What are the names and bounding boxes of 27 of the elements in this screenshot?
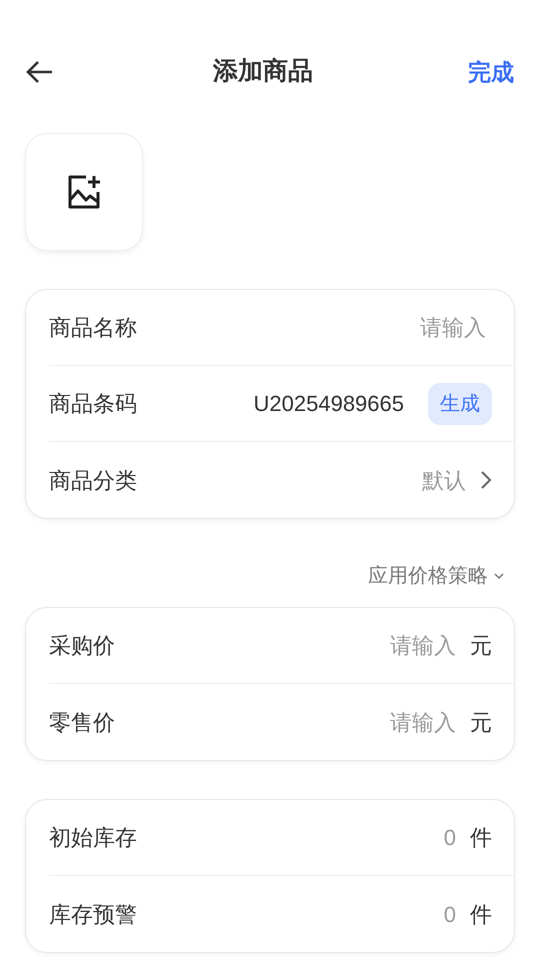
unit-label: 件 [470, 900, 492, 928]
input-field[interactable]: 请输入 [306, 706, 456, 738]
add-image-button[interactable] [25, 133, 143, 251]
input-field[interactable]: 请输入 [306, 629, 456, 662]
barcode-value: U20254989665 [254, 390, 404, 418]
chevron-right-icon [480, 470, 492, 490]
image-plus-icon [66, 174, 102, 210]
category-value[interactable]: 默认 [422, 464, 466, 496]
unit-label: 件 [470, 824, 492, 852]
generate-button[interactable]: 生成 [428, 382, 492, 424]
field-label: 商品分类 [49, 466, 137, 494]
field-label: 零售价 [49, 708, 115, 736]
input-field[interactable]: 请输入 [286, 311, 486, 344]
done-button[interactable]: 完成 [468, 54, 514, 90]
field-label: 采购价 [49, 632, 115, 660]
field-label: 商品条码 [49, 390, 137, 418]
back-arrow-icon [26, 60, 54, 84]
unit-label: 元 [470, 708, 492, 736]
page-title: 添加商品 [213, 56, 313, 88]
price-strategy-link[interactable]: 应用价格策略 [368, 561, 488, 591]
field-label: 初始库存 [49, 824, 137, 852]
field-label: 商品名称 [49, 314, 137, 342]
unit-label: 元 [470, 632, 492, 660]
input-field[interactable]: 0 [306, 898, 456, 930]
chevron-down-icon [494, 572, 504, 580]
input-field[interactable]: 0 [306, 821, 456, 854]
field-label: 库存预警 [49, 900, 137, 928]
